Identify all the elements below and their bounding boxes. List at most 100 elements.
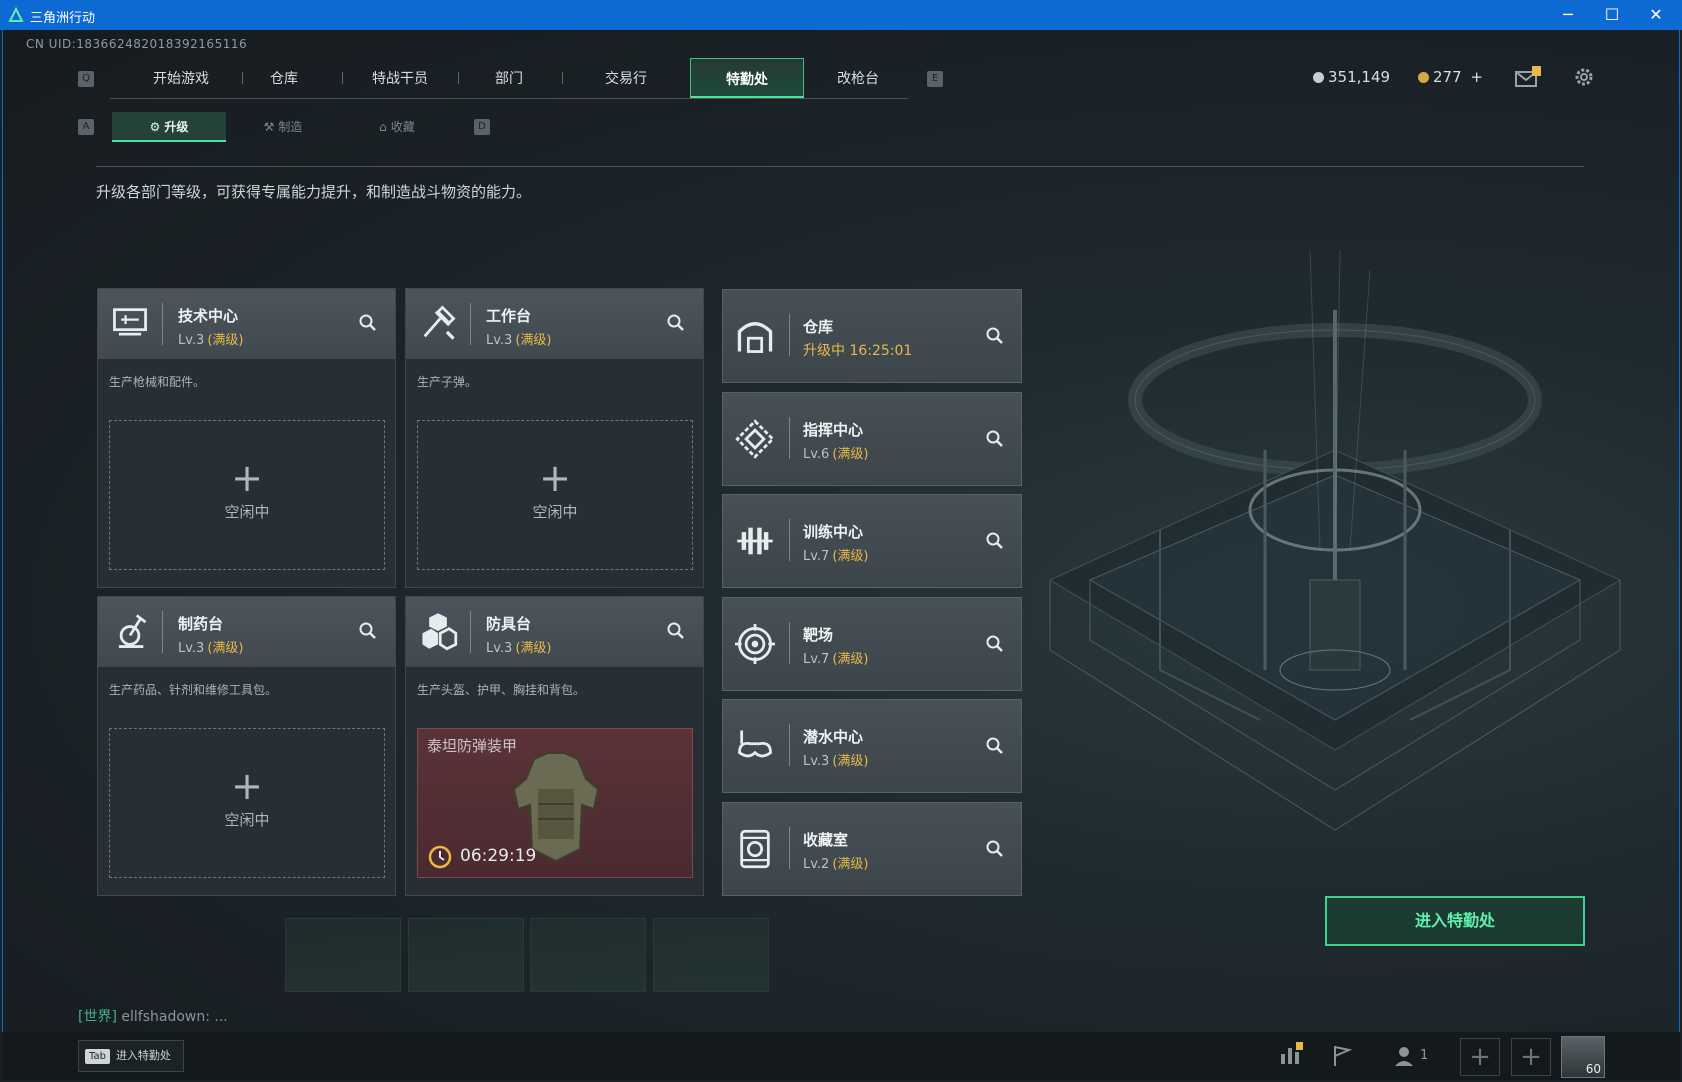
- subnav-tab[interactable]: ⚙ 升级: [112, 112, 226, 142]
- search-icon[interactable]: [985, 326, 1005, 346]
- mail-icon[interactable]: [1514, 66, 1542, 88]
- facility-card[interactable]: 训练中心 Lv.7 (满级): [722, 494, 1022, 588]
- nav-tab[interactable]: 特勤处: [690, 58, 804, 98]
- section-divider: [96, 166, 1584, 167]
- maximize-button[interactable]: ☐: [1592, 4, 1632, 26]
- card-title: 防具台: [486, 615, 532, 633]
- search-icon[interactable]: [985, 634, 1005, 654]
- facility-card[interactable]: 仓库 升级中 16:25:01: [722, 289, 1022, 383]
- locked-slot: [408, 918, 524, 992]
- production-card[interactable]: 工作台 Lv.3 (满级) 生产子弹。 + 空闲中: [405, 288, 704, 588]
- subnav-tab-label: 升级: [164, 120, 189, 134]
- card-title: 制药台: [178, 615, 224, 633]
- workbench-icon: [418, 303, 458, 347]
- production-slot[interactable]: + 空闲中: [109, 420, 385, 570]
- locked-slot: [530, 918, 646, 992]
- slot-status: 空闲中: [224, 811, 270, 829]
- nav-prev-key[interactable]: Q: [78, 71, 94, 87]
- production-card[interactable]: 制药台 Lv.3 (满级) 生产药品、针剂和维修工具包。 + 空闲中: [97, 596, 396, 896]
- card-description: 生产子弹。: [417, 375, 478, 389]
- coin-icon: [1313, 72, 1324, 83]
- nav-tab[interactable]: 特战干员: [342, 58, 458, 98]
- subnav-next-key[interactable]: D: [474, 119, 490, 135]
- token-icon: [1418, 72, 1429, 83]
- search-icon[interactable]: [985, 839, 1005, 859]
- add-squad-slot-button[interactable]: +: [1511, 1038, 1551, 1076]
- production-card[interactable]: 防具台 Lv.3 (满级) 生产头盔、护甲、胸挂和背包。泰坦防弹装甲 06:29:19: [405, 596, 704, 896]
- card-header: 制药台 Lv.3 (满级): [98, 597, 395, 667]
- header-divider: [789, 314, 790, 356]
- player-avatar[interactable]: 60: [1561, 1036, 1605, 1078]
- window-title: 三角洲行动: [30, 11, 96, 26]
- card-description: 生产药品、针剂和维修工具包。: [109, 683, 278, 697]
- search-icon[interactable]: [666, 621, 686, 641]
- armor-bench-icon: [418, 611, 458, 655]
- card-level: Lv.3 (满级): [178, 637, 244, 656]
- slot-status: 空闲中: [224, 503, 270, 521]
- minimize-button[interactable]: ─: [1548, 4, 1588, 26]
- chat-message: ellfshadown: ...: [121, 1009, 228, 1025]
- card-description: 生产头盔、护甲、胸挂和背包。: [417, 683, 586, 697]
- subnav-tab[interactable]: ⌂ 收藏: [340, 112, 454, 142]
- command-center-icon: [735, 418, 775, 463]
- chat-line[interactable]: [世界] ellfshadown: ...: [78, 1006, 228, 1026]
- tab-shortcut-label: 进入特勤处: [115, 1049, 171, 1062]
- card-title: 技术中心: [178, 307, 239, 325]
- subnav-prev-key[interactable]: A: [78, 119, 94, 135]
- nav-next-key[interactable]: E: [927, 71, 943, 87]
- friends-icon[interactable]: [1392, 1044, 1416, 1068]
- item-timer: 06:29:19: [460, 846, 537, 866]
- header-divider: [789, 826, 790, 869]
- upgrade-gear-icon: ⚙: [149, 120, 161, 134]
- facility-card[interactable]: 指挥中心 Lv.6 (满级): [722, 391, 1022, 486]
- settings-gear-icon[interactable]: [1573, 66, 1595, 88]
- warehouse-icon: [735, 316, 775, 360]
- tech-center-icon: [110, 303, 150, 347]
- chat-channel: [世界]: [78, 1009, 117, 1025]
- card-level: Lv.3 (满级): [486, 329, 552, 348]
- upgrade-status: 升级中 16:25:01: [803, 343, 913, 359]
- enter-special-ops-button[interactable]: 进入特勤处: [1325, 896, 1585, 946]
- search-icon[interactable]: [358, 621, 378, 641]
- nav-tab[interactable]: 交易行: [568, 58, 684, 98]
- max-level-tag: (满级): [515, 641, 552, 656]
- production-slot[interactable]: + 空闲中: [417, 420, 693, 570]
- nav-tab[interactable]: 仓库: [226, 58, 342, 98]
- base-schematic-art: [1048, 250, 1622, 831]
- facility-level: Lv.3 (满级): [803, 750, 869, 769]
- facility-card[interactable]: 收藏室 Lv.2 (满级): [722, 801, 1022, 896]
- max-level-tag: (满级): [515, 333, 552, 348]
- card-level: Lv.3 (满级): [486, 637, 552, 656]
- production-slot-active[interactable]: 泰坦防弹装甲 06:29:19: [417, 728, 693, 878]
- add-icon: +: [231, 764, 263, 808]
- production-slot[interactable]: + 空闲中: [109, 728, 385, 878]
- search-icon[interactable]: [985, 531, 1005, 551]
- search-icon[interactable]: [666, 313, 686, 333]
- training-center-icon: [735, 521, 775, 565]
- stats-chart-icon[interactable]: [1277, 1042, 1303, 1068]
- add-squad-slot-button[interactable]: +: [1460, 1038, 1500, 1076]
- facility-card[interactable]: 靶场 Lv.7 (满级): [722, 596, 1022, 691]
- search-icon[interactable]: [985, 736, 1005, 756]
- max-level-tag: (满级): [832, 754, 869, 769]
- max-level-tag: (满级): [832, 549, 869, 564]
- flag-icon[interactable]: [1330, 1044, 1354, 1068]
- level-value: Lv.7: [803, 549, 830, 564]
- nav-tab[interactable]: 部门: [456, 58, 562, 98]
- tab-shortcut[interactable]: Tab 进入特勤处: [78, 1040, 184, 1072]
- search-icon[interactable]: [985, 429, 1005, 449]
- level-value: Lv.7: [803, 651, 830, 667]
- production-card[interactable]: 技术中心 Lv.3 (满级) 生产枪械和配件。 + 空闲中: [97, 288, 396, 588]
- add-token-button[interactable]: +: [1470, 68, 1483, 86]
- coin-balance: 351,149: [1313, 68, 1390, 86]
- close-button[interactable]: ✕: [1636, 4, 1676, 26]
- level-value: Lv.3: [178, 641, 205, 656]
- search-icon[interactable]: [358, 313, 378, 333]
- nav-tab[interactable]: 改枪台: [800, 58, 916, 98]
- header-divider: [470, 303, 471, 345]
- shooting-range-icon: [735, 623, 775, 668]
- header-divider: [470, 611, 471, 653]
- max-level-tag: (满级): [832, 446, 869, 462]
- facility-card[interactable]: 潜水中心 Lv.3 (满级): [722, 699, 1022, 793]
- subnav-tab[interactable]: ⚒ 制造: [226, 112, 340, 142]
